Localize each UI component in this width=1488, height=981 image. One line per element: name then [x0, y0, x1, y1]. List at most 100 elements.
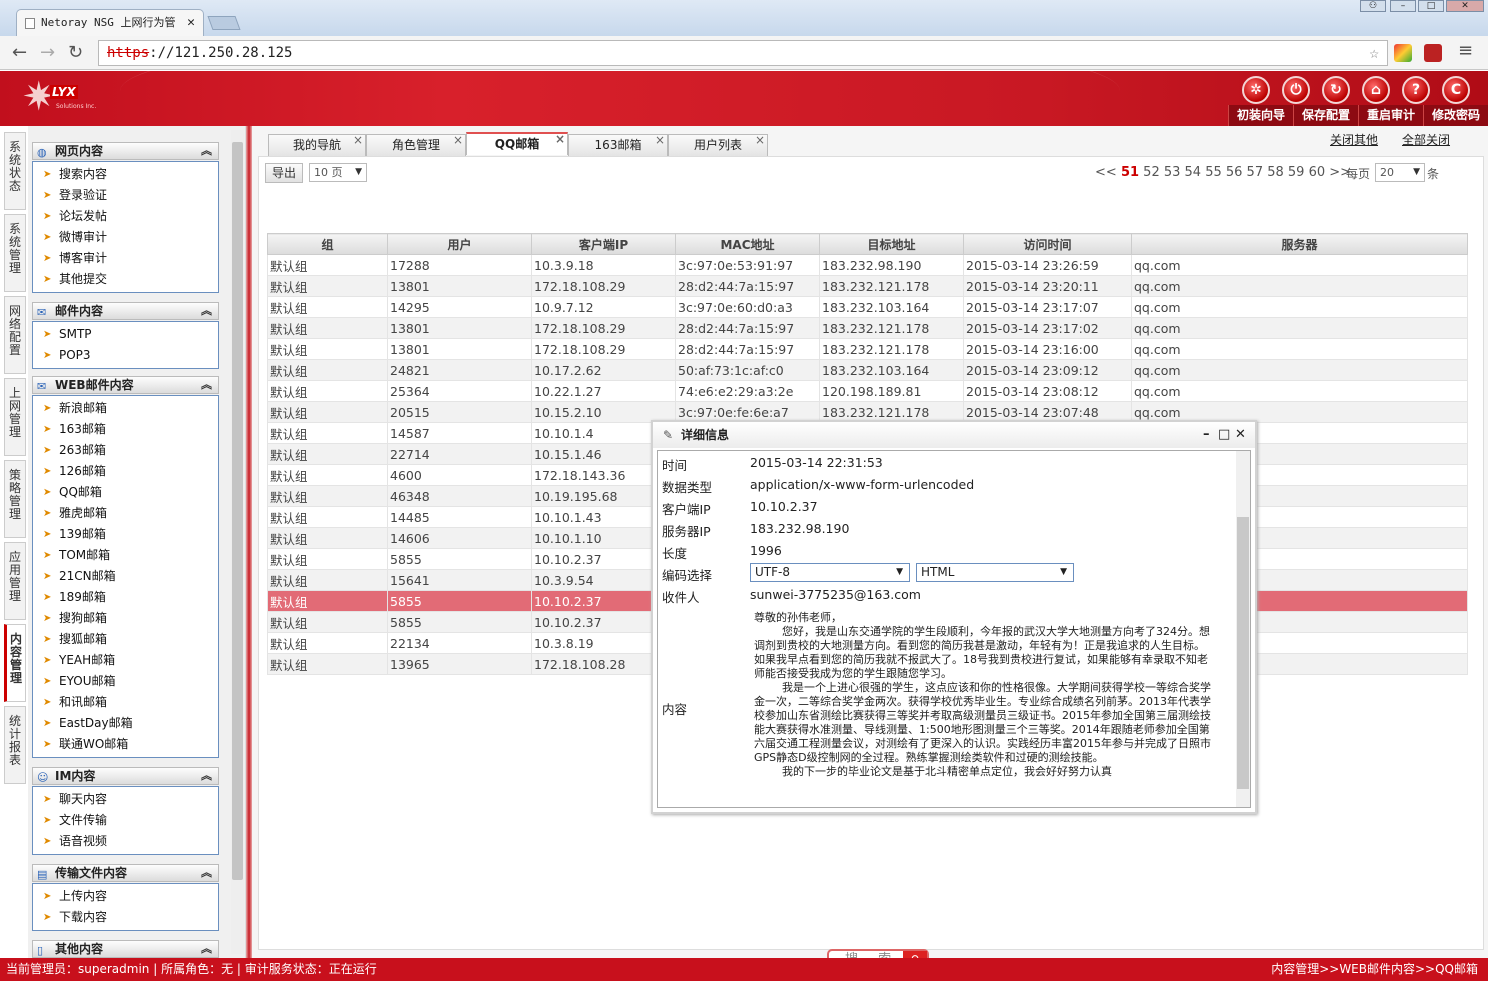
- home-icon[interactable]: ⌂: [1362, 76, 1390, 104]
- tab-qq-mail[interactable]: QQ邮箱 ×: [466, 132, 568, 155]
- group-header[interactable]: ✉ 邮件内容 ︽: [32, 302, 219, 320]
- reload-icon[interactable]: ↻: [68, 42, 83, 63]
- table-row[interactable]: 默认组 24821 10.17.2.62 50:af:73:1c:af:c0 183.2…: [267, 359, 1468, 381]
- vtab-system-manage[interactable]: 系统管理: [4, 214, 26, 292]
- sidebar-item-yahoo[interactable]: ➤ 雅虎邮箱: [33, 503, 218, 524]
- prev-pages-link[interactable]: <<: [1095, 165, 1117, 180]
- sidebar-item-sohu[interactable]: ➤ 搜狐邮箱: [33, 629, 218, 650]
- sidebar-item-sogou[interactable]: ➤ 搜狗邮箱: [33, 608, 218, 629]
- sidebar-item-tom[interactable]: ➤ TOM邮箱: [33, 545, 218, 566]
- sidebar-item-189[interactable]: ➤ 189邮箱: [33, 587, 218, 608]
- sidebar-item-login[interactable]: ➤ 登录验证: [33, 185, 218, 206]
- page-size-select[interactable]: 10 页 ▼: [309, 163, 367, 182]
- sidebar-item-hexun[interactable]: ➤ 和讯邮箱: [33, 692, 218, 713]
- browser-tab[interactable]: Netoray NSG 上网行为管 ✕: [16, 9, 204, 37]
- group-header[interactable]: ☺ IM内容 ︽: [32, 767, 219, 785]
- table-row[interactable]: 默认组 17288 10.3.9.18 3c:97:0e:53:91:97 183.23…: [267, 254, 1468, 276]
- vtab-stats-report[interactable]: 统计报表: [4, 706, 26, 784]
- encoding-select[interactable]: UTF-8 ▼: [750, 563, 910, 582]
- tab-163-mail[interactable]: 163邮箱 ×: [568, 133, 668, 156]
- vtab-system-status[interactable]: 系统状态: [4, 132, 26, 210]
- vtab-network-config[interactable]: 网络配置: [4, 296, 26, 374]
- table-row[interactable]: 默认组 13801 172.18.108.29 28:d2:44:7a:15:97 18…: [267, 275, 1468, 297]
- sidebar-item-163[interactable]: ➤ 163邮箱: [33, 419, 218, 440]
- sidebar-item-qq[interactable]: ➤ QQ邮箱: [33, 482, 218, 503]
- restart-audit-link[interactable]: 重启审计: [1357, 105, 1423, 126]
- close-icon[interactable]: ×: [453, 130, 463, 150]
- sidebar-item-pop3[interactable]: ➤ POP3: [33, 345, 218, 366]
- table-row[interactable]: 默认组 14295 10.9.7.12 3c:97:0e:60:d0:a3 183.23…: [267, 296, 1468, 318]
- close-all-link[interactable]: 全部关闭: [1402, 131, 1450, 148]
- menu-icon[interactable]: ≡: [1458, 40, 1473, 61]
- sidebar-item-139[interactable]: ➤ 139邮箱: [33, 524, 218, 545]
- column-header[interactable]: 目标地址: [819, 233, 964, 255]
- minimize-icon[interactable]: –: [1203, 422, 1210, 448]
- refresh-icon[interactable]: ↻: [1322, 76, 1350, 104]
- tab-my-nav[interactable]: 我的导航 ×: [268, 133, 366, 156]
- vtab-app-manage[interactable]: 应用管理: [4, 542, 26, 620]
- sidebar-item-weibo[interactable]: ➤ 微博审计: [33, 227, 218, 248]
- sidebar-item-21cn[interactable]: ➤ 21CN邮箱: [33, 566, 218, 587]
- format-select[interactable]: HTML ▼: [916, 563, 1074, 582]
- per-page-select[interactable]: 20 ▼: [1375, 163, 1425, 182]
- maximize-icon[interactable]: □: [1218, 422, 1230, 448]
- export-button[interactable]: 导出: [265, 163, 303, 183]
- group-header[interactable]: ▤ 传输文件内容 ︽: [32, 864, 219, 882]
- collapse-icon[interactable]: ︽: [201, 377, 212, 393]
- wizard-icon[interactable]: ✲: [1242, 76, 1270, 104]
- setup-wizard-link[interactable]: 初装向导: [1227, 105, 1293, 126]
- sidebar-item-eyou[interactable]: ➤ EYOU邮箱: [33, 671, 218, 692]
- forward-icon[interactable]: →: [40, 42, 55, 63]
- user-icon[interactable]: ⚇: [1360, 0, 1386, 12]
- close-others-link[interactable]: 关闭其他: [1330, 131, 1378, 148]
- collapse-icon[interactable]: ︽: [201, 143, 212, 159]
- column-header[interactable]: 组: [267, 233, 388, 255]
- collapse-icon[interactable]: ︽: [201, 303, 212, 319]
- sidebar-item-263[interactable]: ➤ 263邮箱: [33, 440, 218, 461]
- bookmark-star-icon[interactable]: ☆: [1369, 41, 1379, 65]
- sidebar-item-blog[interactable]: ➤ 博客审计: [33, 248, 218, 269]
- sidebar-item-other-submit[interactable]: ➤ 其他提交: [33, 269, 218, 290]
- sidebar-item-yeah[interactable]: ➤ YEAH邮箱: [33, 650, 218, 671]
- vtab-web-manage[interactable]: 上网管理: [4, 378, 26, 456]
- extension-icon[interactable]: [1394, 44, 1412, 62]
- collapse-icon[interactable]: ︽: [201, 768, 212, 784]
- vtab-content-manage[interactable]: 内容管理: [4, 624, 26, 702]
- dialog-titlebar[interactable]: ✎ 详细信息 – □ ✕: [653, 422, 1255, 448]
- maximize-button[interactable]: □: [1418, 0, 1444, 12]
- close-icon[interactable]: ✕: [1235, 422, 1246, 448]
- collapse-icon[interactable]: ︽: [201, 941, 212, 957]
- tab-user-list[interactable]: 用户列表 ×: [668, 133, 768, 156]
- group-header[interactable]: ▯ 其他内容 ︽: [32, 940, 219, 958]
- change-password-link[interactable]: 修改密码: [1422, 105, 1488, 126]
- tab-role-manage[interactable]: 角色管理 ×: [366, 133, 466, 156]
- help-icon[interactable]: ?: [1402, 76, 1430, 104]
- close-icon[interactable]: ✕: [187, 10, 195, 36]
- sidebar-item-upload[interactable]: ➤ 上传内容: [33, 886, 218, 907]
- save-config-link[interactable]: 保存配置: [1292, 105, 1358, 126]
- sidebar-item-smtp[interactable]: ➤ SMTP: [33, 324, 218, 345]
- sidebar-item-download[interactable]: ➤ 下载内容: [33, 907, 218, 928]
- column-header[interactable]: 用户: [387, 233, 532, 255]
- group-header[interactable]: ✉ WEB邮件内容 ︽: [32, 376, 219, 394]
- sidebar-item-chat[interactable]: ➤ 聊天内容: [33, 789, 218, 810]
- logout-icon[interactable]: C: [1442, 76, 1470, 104]
- address-bar[interactable]: https://121.250.28.125 ☆: [98, 40, 1388, 66]
- sidebar-scrollbar[interactable]: [231, 130, 244, 954]
- sidebar-item-wo[interactable]: ➤ 联通WO邮箱: [33, 734, 218, 755]
- sidebar-item-voice-video[interactable]: ➤ 语音视频: [33, 831, 218, 852]
- close-icon[interactable]: ×: [353, 130, 363, 150]
- new-tab-button[interactable]: [207, 16, 241, 30]
- group-header[interactable]: ◍ 网页内容 ︽: [32, 142, 219, 160]
- minimize-button[interactable]: –: [1390, 0, 1416, 12]
- table-row[interactable]: 默认组 13801 172.18.108.29 28:d2:44:7a:15:97 18…: [267, 338, 1468, 360]
- sidebar-item-file-transfer[interactable]: ➤ 文件传输: [33, 810, 218, 831]
- vtab-policy-manage[interactable]: 策略管理: [4, 460, 26, 538]
- table-row[interactable]: 默认组 13801 172.18.108.29 28:d2:44:7a:15:97 18…: [267, 317, 1468, 339]
- back-icon[interactable]: ←: [12, 42, 27, 63]
- sidebar-item-126[interactable]: ➤ 126邮箱: [33, 461, 218, 482]
- close-window-button[interactable]: ✕: [1446, 0, 1484, 12]
- close-icon[interactable]: ×: [655, 130, 665, 150]
- dialog-scrollbar[interactable]: [1236, 451, 1250, 807]
- sidebar-item-eastday[interactable]: ➤ EastDay邮箱: [33, 713, 218, 734]
